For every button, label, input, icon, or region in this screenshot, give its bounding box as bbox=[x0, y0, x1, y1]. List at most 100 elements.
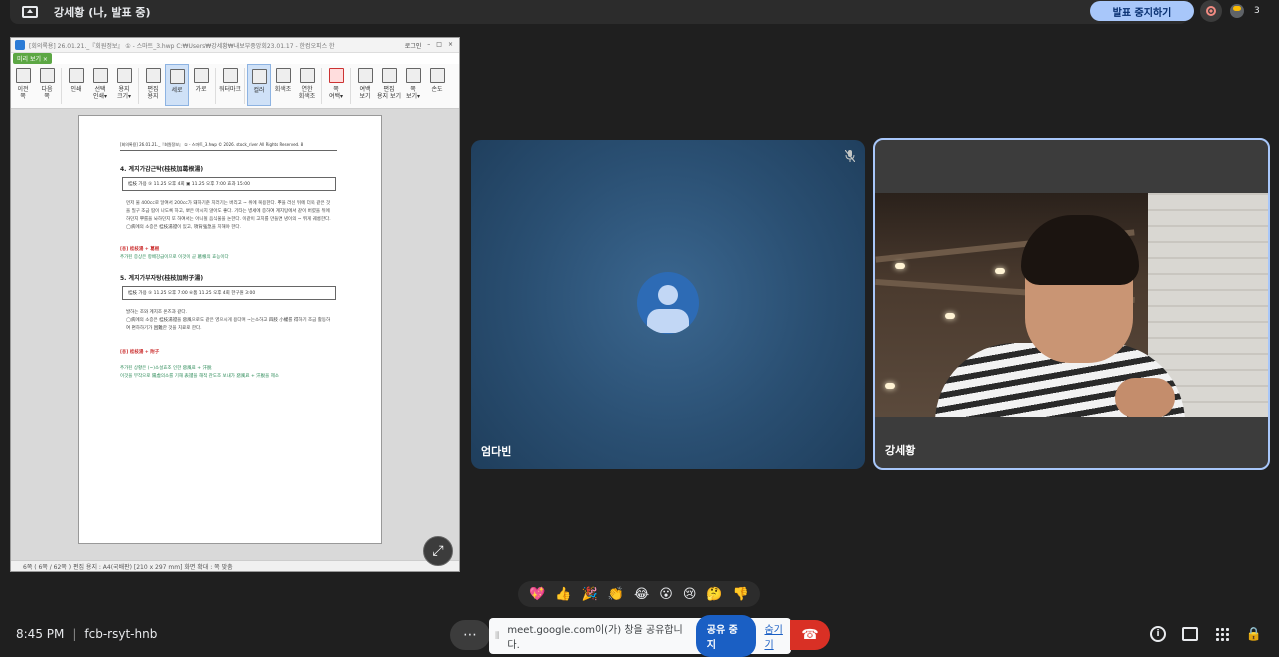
participant-tile-1[interactable]: 엄다빈 bbox=[471, 140, 865, 469]
toolbar-label: 회색조 bbox=[274, 86, 292, 93]
toolbar-label: 여백 보기 bbox=[359, 86, 371, 100]
toolbar-label: 세로 bbox=[171, 87, 183, 94]
window-minimize-button[interactable]: – bbox=[427, 41, 430, 50]
reaction-button[interactable]: 👍 bbox=[555, 588, 571, 601]
toolbar-icon bbox=[92, 68, 108, 83]
toolbar-button[interactable]: 연한 회색조 bbox=[295, 64, 319, 106]
toolbar-label: 연한 회색조 bbox=[298, 86, 316, 100]
section-5-note-label: [용] 桂枝湯 + 附子 bbox=[120, 350, 160, 355]
mic-off-icon bbox=[845, 150, 855, 162]
toolbar-button[interactable]: 이전 쪽 bbox=[11, 64, 35, 106]
reaction-button[interactable]: 🎉 bbox=[581, 588, 597, 601]
participant-tile-2[interactable]: 강세황 bbox=[873, 138, 1270, 470]
participant-avatars-icon bbox=[1230, 4, 1244, 18]
reaction-button[interactable]: 👏 bbox=[608, 588, 624, 601]
toolbar-button[interactable]: 컬러 bbox=[247, 64, 271, 106]
preview-toolbar: 이전 쪽 다음 쪽 인쇄 선택 인쇄▾ 용지 크기▾ 편집 용지 세로 가로 워터마크 컬러 회색조… bbox=[11, 64, 459, 109]
more-options-button[interactable]: ⋯ bbox=[450, 620, 490, 650]
leave-call-button[interactable]: ☎ bbox=[790, 620, 830, 650]
toolbar-separator bbox=[61, 68, 62, 104]
login-link[interactable]: 로그인 bbox=[405, 41, 422, 50]
activities-button[interactable] bbox=[1213, 625, 1231, 643]
screen-share-notification: ⦀ meet.google.com이(가) 창을 공유합니다. 공유 중지 숨기… bbox=[489, 615, 791, 657]
reaction-button[interactable]: 👎 bbox=[733, 588, 749, 601]
toolbar-label: 쪽 보기▾ bbox=[405, 86, 421, 100]
more-icon: ⋯ bbox=[463, 627, 477, 643]
section-4-title: 4. 계지가감근탁(桂枝加葛根湯) bbox=[120, 166, 204, 173]
toolbar-button[interactable]: 여백 보기 bbox=[353, 64, 377, 106]
meeting-info-button[interactable]: i bbox=[1149, 625, 1167, 643]
toolbar-icon bbox=[116, 68, 132, 83]
section-5-box: 桂枝 가용 ⑤ 11.25 오후 7:00 ⑥품 11.25 오후 4회 한구원… bbox=[122, 286, 336, 300]
document-page: [회의록용] 26.01.21._『회원정보』 ① - 스마트_3.hwp © … bbox=[78, 115, 382, 544]
section-4-box: 桂枝 가용 ⑤ 11.25 오후 4회 ▣ 11.25 오후 7:00 효과 1… bbox=[122, 177, 336, 191]
reaction-button[interactable]: 🤔 bbox=[706, 588, 722, 601]
document-status-bar: 6쪽 ( 6쪽 / 62쪽 ) 편집 용지 : A4(국배판) [210 x 2… bbox=[11, 560, 459, 571]
toolbar-button[interactable]: 가로 bbox=[189, 64, 213, 106]
toolbar-separator bbox=[244, 68, 245, 104]
meeting-code: fcb-rsyt-hnb bbox=[84, 627, 158, 641]
hide-button[interactable]: 숨기기 bbox=[764, 621, 791, 651]
toolbar-button[interactable]: 회색조 bbox=[271, 64, 295, 106]
reaction-button[interactable]: 😢 bbox=[683, 588, 697, 601]
toolbar-label: 워터마크 bbox=[218, 86, 242, 93]
toolbar-icon bbox=[429, 68, 445, 83]
participants-button[interactable]: 3 bbox=[1230, 0, 1270, 22]
window-close-button[interactable]: × bbox=[448, 41, 453, 50]
toolbar-button[interactable]: 쪽 여백▾ bbox=[324, 64, 348, 106]
host-controls-button[interactable]: 🔒 bbox=[1245, 625, 1263, 643]
participant-name: 강세황 bbox=[885, 444, 916, 457]
toolbar-icon bbox=[275, 68, 291, 83]
reaction-button[interactable]: 💖 bbox=[529, 588, 545, 601]
toolbar-button[interactable]: 다음 쪽 bbox=[35, 64, 59, 106]
participant-count: 3 bbox=[1254, 6, 1260, 16]
toolbar-button[interactable]: 워터마크 bbox=[218, 64, 242, 106]
section-5-paragraph: 발하는 조와 계지조 온즈과 같다. ◯病에의 소증은 桂枝湯證을 惡風으로도 … bbox=[126, 310, 331, 331]
toolbar-label: 편집 용지 bbox=[147, 86, 159, 100]
toolbar-separator bbox=[321, 68, 322, 104]
toolbar-separator bbox=[138, 68, 139, 104]
toolbar-icon bbox=[193, 68, 209, 83]
divider: | bbox=[72, 627, 77, 641]
toolbar-button[interactable]: 인쇄 bbox=[64, 64, 88, 106]
stop-presenting-button[interactable]: 발표 중지하기 bbox=[1090, 1, 1194, 21]
toolbar-icon bbox=[145, 68, 161, 83]
window-maximize-button[interactable]: □ bbox=[436, 41, 442, 50]
participant-name: 엄다빈 bbox=[481, 445, 512, 458]
toolbar-icon bbox=[15, 68, 31, 83]
toolbar-button[interactable]: 손도 bbox=[425, 64, 449, 106]
toolbar-button[interactable]: 세로 bbox=[165, 64, 189, 106]
hangup-icon: ☎ bbox=[801, 627, 819, 643]
info-icon: i bbox=[1150, 626, 1166, 642]
avatar bbox=[637, 272, 699, 334]
section-4-note: [용] 桂枝湯 + 葛根 추가된 증상은 항배강급이므로 이것이 곧 葛根의 효… bbox=[120, 246, 229, 262]
present-screen-icon bbox=[22, 6, 38, 18]
toolbar-icon bbox=[169, 69, 185, 84]
chat-button[interactable] bbox=[1181, 625, 1199, 643]
reaction-button[interactable]: 😮 bbox=[659, 588, 673, 601]
toolbar-button[interactable]: 편집 용지 보기 bbox=[377, 64, 401, 106]
toolbar-label: 선택 인쇄▾ bbox=[92, 86, 108, 100]
stop-sharing-button[interactable]: 공유 중지 bbox=[695, 615, 757, 657]
toolbar-icon bbox=[381, 68, 397, 83]
toolbar-button[interactable]: 쪽 보기▾ bbox=[401, 64, 425, 106]
expand-share-button[interactable]: ⤢ bbox=[423, 536, 453, 566]
toolbar-button[interactable]: 편집 용지 bbox=[141, 64, 165, 106]
section-4-paragraph: 먼저 물 400cc로 달여서 200cc가 돼하기준 치러기는 버리고 ~ 위… bbox=[126, 201, 331, 230]
toolbar-button[interactable]: 용지 크기▾ bbox=[112, 64, 136, 106]
recording-button[interactable] bbox=[1200, 0, 1222, 22]
reaction-button[interactable]: 😂 bbox=[634, 588, 649, 601]
toolbar-button[interactable]: 선택 인쇄▾ bbox=[88, 64, 112, 106]
section-5-title: 5. 계지가부자탕(桂枝加附子湯) bbox=[120, 275, 204, 282]
toolbar-label: 용지 크기▾ bbox=[116, 86, 132, 100]
drag-handle-icon[interactable]: ⦀ bbox=[495, 631, 499, 642]
toolbar-icon bbox=[39, 68, 55, 83]
share-message: meet.google.com이(가) 창을 공유합니다. bbox=[507, 625, 683, 651]
document-viewport[interactable]: [회의록용] 26.01.21._『회원정보』 ① - 스마트_3.hwp © … bbox=[11, 109, 459, 561]
lock-icon: 🔒 bbox=[1245, 626, 1263, 642]
toolbar-icon bbox=[251, 69, 267, 84]
toolbar-label: 손도 bbox=[431, 86, 443, 93]
preview-tab[interactable]: 미리 보기 × bbox=[13, 53, 52, 64]
toolbar-separator bbox=[215, 68, 216, 104]
chat-icon bbox=[1182, 627, 1198, 641]
